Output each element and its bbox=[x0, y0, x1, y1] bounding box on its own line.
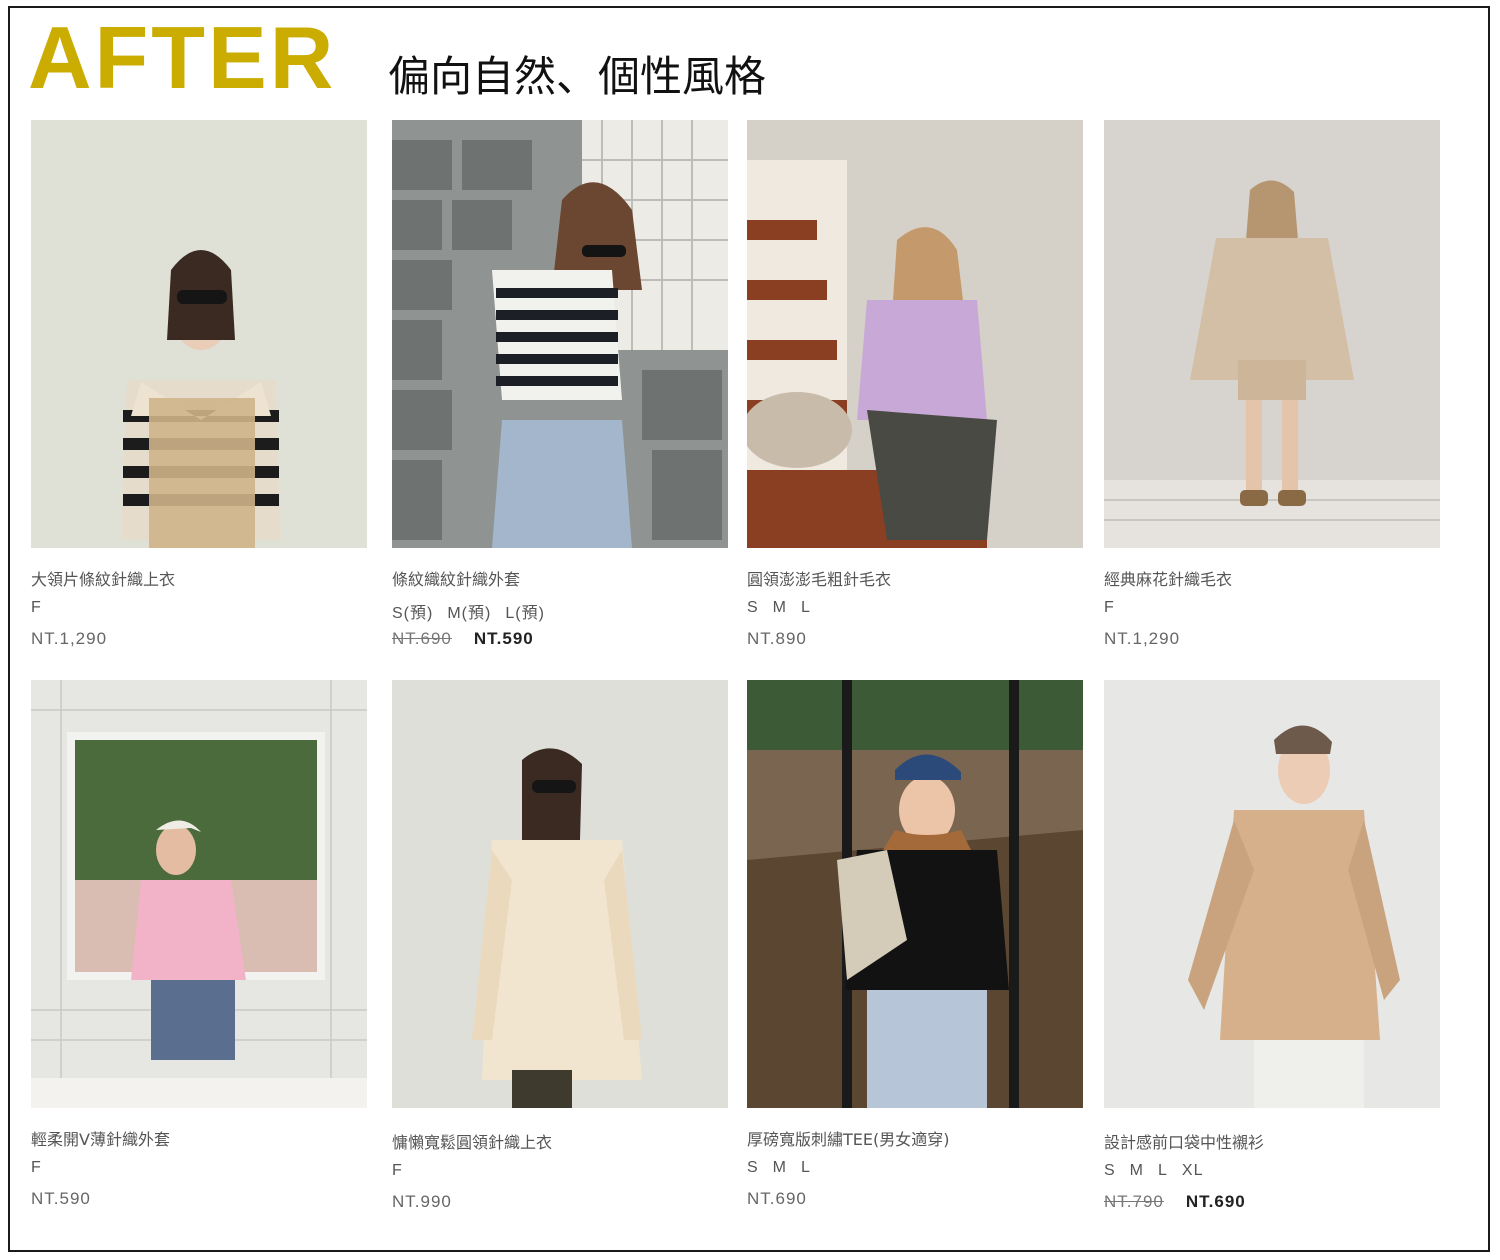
striped-collar-knit-model-image bbox=[31, 120, 367, 548]
size-option[interactable]: XL bbox=[1182, 1162, 1204, 1179]
product-price: NT.690 NT.590 bbox=[392, 629, 534, 649]
size-option[interactable]: F bbox=[31, 1159, 42, 1176]
style-subtitle: 偏向自然、個性風格 bbox=[388, 52, 767, 101]
size-options: S(預) M(預) L(預) bbox=[392, 599, 559, 623]
product-image[interactable] bbox=[392, 680, 728, 1108]
price-current: NT.890 bbox=[747, 629, 807, 648]
size-option[interactable]: L(預) bbox=[505, 605, 545, 622]
product-name[interactable]: 條紋織紋針織外套 bbox=[392, 566, 520, 590]
price-current: NT.590 bbox=[31, 1189, 91, 1208]
product-price: NT.1,290 bbox=[1104, 629, 1180, 649]
size-option[interactable]: F bbox=[31, 599, 42, 616]
product-name[interactable]: 慵懶寬鬆圓領針織上衣 bbox=[392, 1129, 552, 1153]
size-option[interactable]: L bbox=[801, 599, 811, 616]
product-card[interactable]: 慵懶寬鬆圓領針織上衣 F NT.990 bbox=[392, 680, 728, 1220]
size-option[interactable]: S bbox=[747, 1159, 759, 1176]
product-card[interactable]: 厚磅寬版刺繡TEE(男女適穿) SML NT.690 bbox=[747, 680, 1083, 1220]
product-card[interactable]: 設計感前口袋中性襯衫 S M L XL NT.790 NT.690 bbox=[1104, 680, 1440, 1220]
size-option[interactable]: M(預) bbox=[447, 605, 491, 622]
product-card[interactable]: 經典麻花針織毛衣 F NT.1,290 bbox=[1104, 120, 1440, 660]
price-current: NT.990 bbox=[392, 1192, 452, 1211]
product-name[interactable]: 輕柔開V薄針織外套 bbox=[31, 1126, 170, 1150]
size-options: F bbox=[31, 599, 56, 617]
size-option[interactable]: S bbox=[1104, 1162, 1116, 1179]
product-price: NT.890 bbox=[747, 629, 807, 649]
price-sale: NT.590 bbox=[473, 629, 534, 648]
price-current: NT.1,290 bbox=[1104, 629, 1181, 648]
product-price: NT.690 bbox=[747, 1189, 807, 1209]
black-tee-swing-model-image bbox=[747, 680, 1083, 1108]
product-card[interactable]: 大領片條紋針織上衣 F NT.1,290 bbox=[31, 120, 367, 660]
product-card[interactable]: 條紋織紋針織外套 S(預) M(預) L(預) NT.690 NT.590 bbox=[392, 120, 728, 660]
product-price: NT.990 bbox=[392, 1192, 452, 1212]
price-sale: NT.690 bbox=[1185, 1192, 1246, 1211]
after-heading: AFTER bbox=[28, 8, 337, 107]
product-image[interactable] bbox=[392, 120, 728, 548]
product-image[interactable] bbox=[747, 680, 1083, 1108]
size-option[interactable]: S bbox=[747, 599, 759, 616]
size-options: SML bbox=[747, 599, 825, 617]
product-card[interactable]: 輕柔開V薄針織外套 F NT.590 bbox=[31, 680, 367, 1220]
product-image[interactable] bbox=[747, 120, 1083, 548]
price-original: NT.690 bbox=[392, 629, 452, 648]
striped-knit-vest-model-image bbox=[392, 120, 728, 548]
product-image[interactable] bbox=[1104, 120, 1440, 548]
product-price: NT.1,290 bbox=[31, 629, 107, 649]
price-original: NT.790 bbox=[1104, 1192, 1164, 1211]
product-card[interactable]: 圓領澎澎毛粗針毛衣 SML NT.890 bbox=[747, 120, 1083, 660]
size-option[interactable]: L bbox=[801, 1159, 811, 1176]
price-current: NT.1,290 bbox=[31, 629, 108, 648]
cable-knit-sweater-model-image bbox=[1104, 120, 1440, 548]
size-options: SML bbox=[747, 1159, 825, 1177]
beige-shirt-model-image bbox=[1104, 680, 1440, 1108]
price-current: NT.690 bbox=[747, 1189, 807, 1208]
product-name[interactable]: 圓領澎澎毛粗針毛衣 bbox=[747, 566, 891, 590]
product-name[interactable]: 大領片條紋針織上衣 bbox=[31, 566, 175, 590]
size-options: F bbox=[1104, 599, 1129, 617]
cream-oversized-knit-model-image bbox=[392, 680, 728, 1108]
product-name[interactable]: 經典麻花針織毛衣 bbox=[1104, 566, 1232, 590]
size-option[interactable]: F bbox=[1104, 599, 1115, 616]
size-options: F bbox=[31, 1159, 56, 1177]
product-name[interactable]: 厚磅寬版刺繡TEE(男女適穿) bbox=[747, 1126, 949, 1150]
size-option[interactable]: F bbox=[392, 1162, 403, 1179]
product-image[interactable] bbox=[31, 120, 367, 548]
product-price: NT.590 bbox=[31, 1189, 91, 1209]
size-option[interactable]: M bbox=[773, 1159, 787, 1176]
size-option[interactable]: M bbox=[1130, 1162, 1144, 1179]
size-options: S M L XL bbox=[1104, 1162, 1217, 1180]
size-option[interactable]: M bbox=[773, 599, 787, 616]
product-name[interactable]: 設計感前口袋中性襯衫 bbox=[1104, 1129, 1264, 1153]
product-image[interactable] bbox=[1104, 680, 1440, 1108]
size-option[interactable]: S(預) bbox=[392, 605, 433, 622]
product-price: NT.790 NT.690 bbox=[1104, 1192, 1246, 1212]
product-image[interactable] bbox=[31, 680, 367, 1108]
size-option[interactable]: L bbox=[1158, 1162, 1168, 1179]
pink-cardigan-kitchen-model-image bbox=[31, 680, 367, 1108]
lavender-sweater-stairs-model-image bbox=[747, 120, 1083, 548]
size-options: F bbox=[392, 1162, 417, 1180]
